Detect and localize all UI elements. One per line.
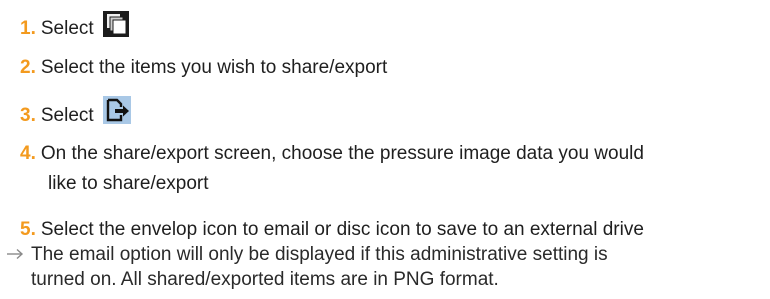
note-line-1: The email option will only be displayed …	[31, 244, 608, 265]
step-number: 1.	[20, 18, 36, 39]
copy-stack-icon	[102, 11, 129, 46]
step-2: 2. Select the items you wish to share/exp…	[20, 54, 387, 82]
note-line-2: turned on. All shared/exported items are…	[31, 269, 499, 290]
step-text: Select the items you wish to share/expor…	[40, 57, 388, 78]
step-5: 5. Select the envelop icon to email or di…	[20, 216, 644, 244]
step-text: Select the envelop icon to email or disc…	[40, 219, 644, 240]
step-4: 4. On the share/export screen, choose the…	[20, 140, 644, 168]
step-number: 4.	[20, 143, 36, 164]
step-text: Select	[40, 18, 94, 39]
step-4-continuation: like to share/export	[48, 173, 209, 194]
note: The email option will only be displayed …	[5, 242, 608, 268]
step-number: 2.	[20, 57, 36, 78]
export-icon	[102, 96, 131, 133]
step-1: 1. Select	[20, 11, 129, 46]
step-text: On the share/export screen, choose the p…	[40, 143, 644, 164]
step-number: 3.	[20, 105, 36, 126]
step-text: Select	[40, 105, 94, 126]
step-3: 3. Select	[20, 96, 131, 133]
right-arrow-icon	[5, 242, 25, 268]
step-number: 5.	[20, 219, 36, 240]
